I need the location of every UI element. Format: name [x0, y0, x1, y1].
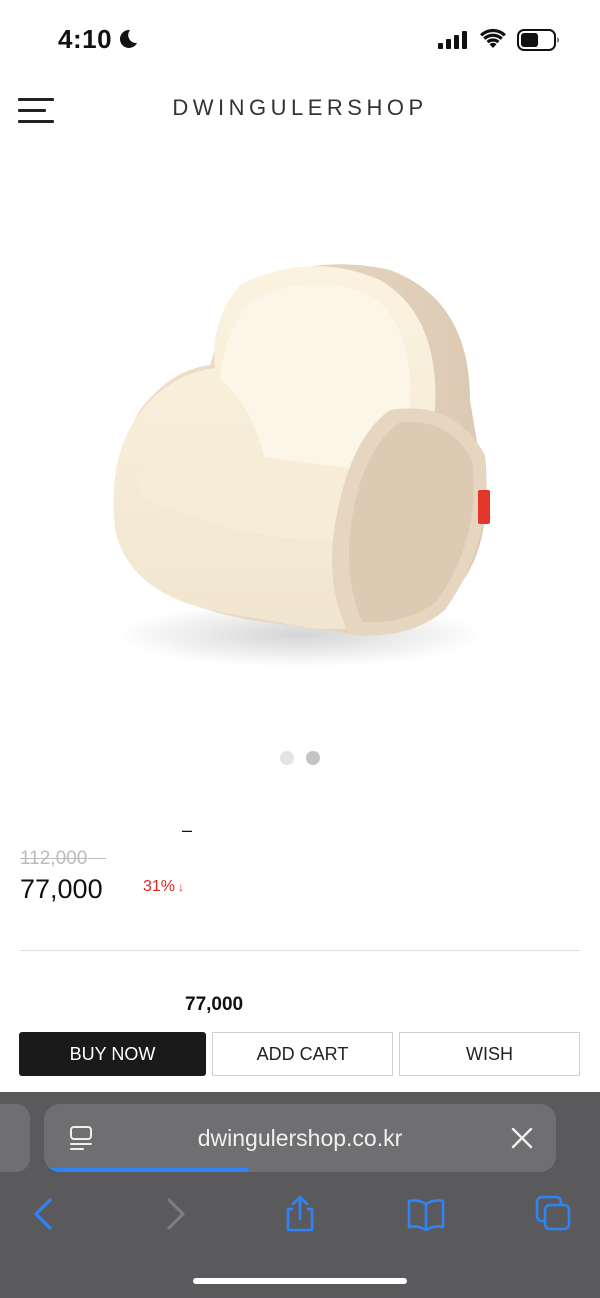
bookmarks-icon[interactable] — [406, 1194, 446, 1234]
browser-toolbar: dwingulershop.co.kr — [0, 1092, 600, 1298]
forward-icon[interactable] — [155, 1194, 195, 1234]
divider — [20, 950, 580, 951]
add-cart-button[interactable]: ADD CART — [212, 1032, 393, 1076]
back-icon[interactable] — [24, 1194, 64, 1234]
previous-tab-peek[interactable] — [0, 1104, 30, 1172]
share-icon[interactable] — [280, 1194, 320, 1234]
brand-logo[interactable]: DWINGULERSHOP — [0, 95, 600, 121]
buy-now-button[interactable]: BUY NOW — [19, 1032, 206, 1076]
image-pagination — [280, 751, 324, 765]
pagination-dot[interactable] — [280, 751, 294, 765]
page-load-progress — [44, 1168, 249, 1172]
down-arrow-icon: ↓ — [178, 880, 185, 894]
tabs-icon[interactable] — [534, 1194, 574, 1234]
discount-badge: 31% ↓ — [143, 878, 185, 895]
site-header: DWINGULERSHOP — [0, 80, 600, 150]
wifi-icon — [480, 28, 506, 48]
cellular-signal-icon — [438, 31, 467, 49]
home-indicator[interactable] — [193, 1278, 407, 1284]
battery-icon — [517, 29, 559, 51]
close-icon[interactable] — [510, 1126, 534, 1150]
address-bar[interactable]: dwingulershop.co.kr — [44, 1104, 556, 1172]
status-bar: 4:10 — [0, 0, 600, 80]
original-price: 112,000 — [20, 848, 107, 870]
url-text[interactable]: dwingulershop.co.kr — [44, 1125, 556, 1152]
product-image[interactable] — [100, 240, 500, 680]
moon-icon — [119, 29, 137, 48]
option-dash: – — [182, 820, 193, 840]
sale-price: 77,000 — [20, 874, 103, 904]
wish-button[interactable]: WISH — [399, 1032, 580, 1076]
status-time: 4:10 — [58, 24, 113, 54]
pagination-dot[interactable] — [306, 751, 320, 765]
total-price: 77,000 — [185, 994, 244, 1015]
